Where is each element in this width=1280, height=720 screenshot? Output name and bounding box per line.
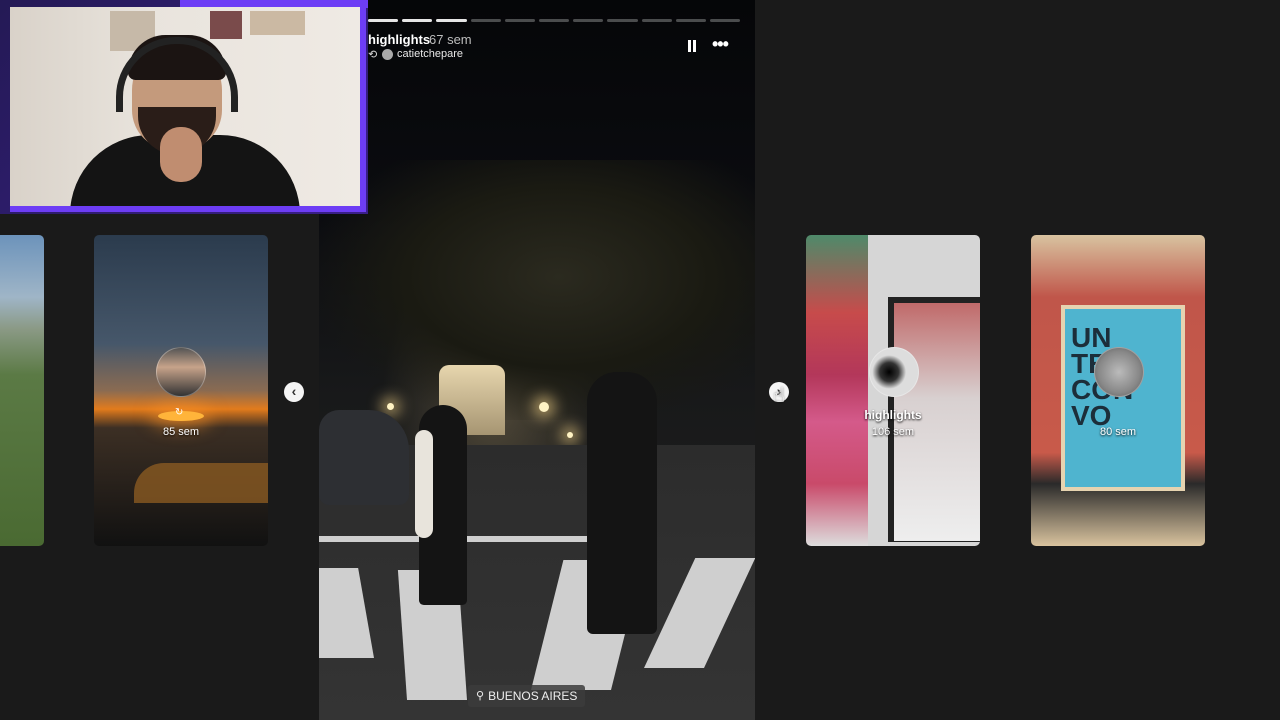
avatar [869, 347, 919, 397]
story-preview-partial[interactable] [0, 235, 44, 546]
author-avatar[interactable] [382, 49, 393, 60]
story-author[interactable]: catietchepare [397, 48, 463, 60]
progress-segment [709, 19, 741, 22]
progress-segment [470, 19, 501, 22]
story-preview-right-1[interactable]: highlights 106 sem [806, 235, 980, 546]
more-options-button[interactable]: ••• [712, 34, 729, 55]
pedestrian-scarf [415, 430, 433, 538]
street-lamp [567, 432, 573, 438]
wall-poster [210, 11, 242, 39]
repost-icon: ⟲ [368, 49, 378, 61]
parked-car [319, 410, 409, 505]
chevron-left-icon: ‹ [291, 383, 297, 399]
trees [319, 160, 755, 420]
pedestrian [587, 372, 657, 634]
story-age: 67 sem [429, 32, 472, 47]
webcam-overlay [0, 0, 368, 214]
avatar [156, 347, 206, 397]
progress-segment [675, 19, 706, 22]
preview-age: 106 sem [871, 426, 915, 438]
avatar [1094, 347, 1144, 397]
progress-segment [607, 19, 638, 22]
progress-segment [368, 19, 399, 22]
story-media[interactable] [319, 0, 755, 720]
pause-button[interactable] [685, 39, 699, 53]
webcam-video [10, 7, 366, 212]
hand-cursor-icon: ☝ [773, 385, 786, 407]
story-progress-bar [368, 19, 741, 22]
car-roof [134, 463, 268, 503]
previous-story-button[interactable]: ‹ [284, 382, 304, 402]
story-title[interactable]: highlights [368, 32, 430, 47]
wall-poster [250, 11, 305, 35]
location-pin-icon: ⚲ [476, 690, 485, 702]
progress-segment [504, 19, 535, 22]
story-viewer: ↻ 85 sem highlights 67 sem ⟲ catietchepa… [0, 0, 1280, 720]
location-label: BUENOS AIRES [488, 689, 578, 703]
story-preview-right-2[interactable]: UNTECONVO 80 sem [1031, 235, 1205, 546]
pause-icon [688, 40, 691, 52]
progress-segment [573, 19, 604, 22]
progress-segment [436, 19, 467, 22]
pause-icon [693, 40, 696, 52]
preview-age: 80 sem [1099, 426, 1137, 438]
repost-icon: ↻ [175, 407, 184, 418]
preview-age: 85 sem [162, 426, 200, 438]
more-options-icon: ••• [712, 34, 729, 54]
location-sticker[interactable]: ⚲ BUENOS AIRES [468, 685, 586, 707]
progress-segment [402, 19, 433, 22]
progress-segment [641, 19, 672, 22]
street-lamp [387, 403, 394, 410]
street-lamp [539, 402, 549, 412]
person-hand [160, 127, 202, 182]
story-header: highlights 67 sem ⟲ catietchepare ••• [368, 30, 740, 64]
preview-title: highlights [864, 408, 922, 422]
progress-segment [538, 19, 570, 22]
story-preview-left[interactable]: ↻ 85 sem [94, 235, 268, 546]
